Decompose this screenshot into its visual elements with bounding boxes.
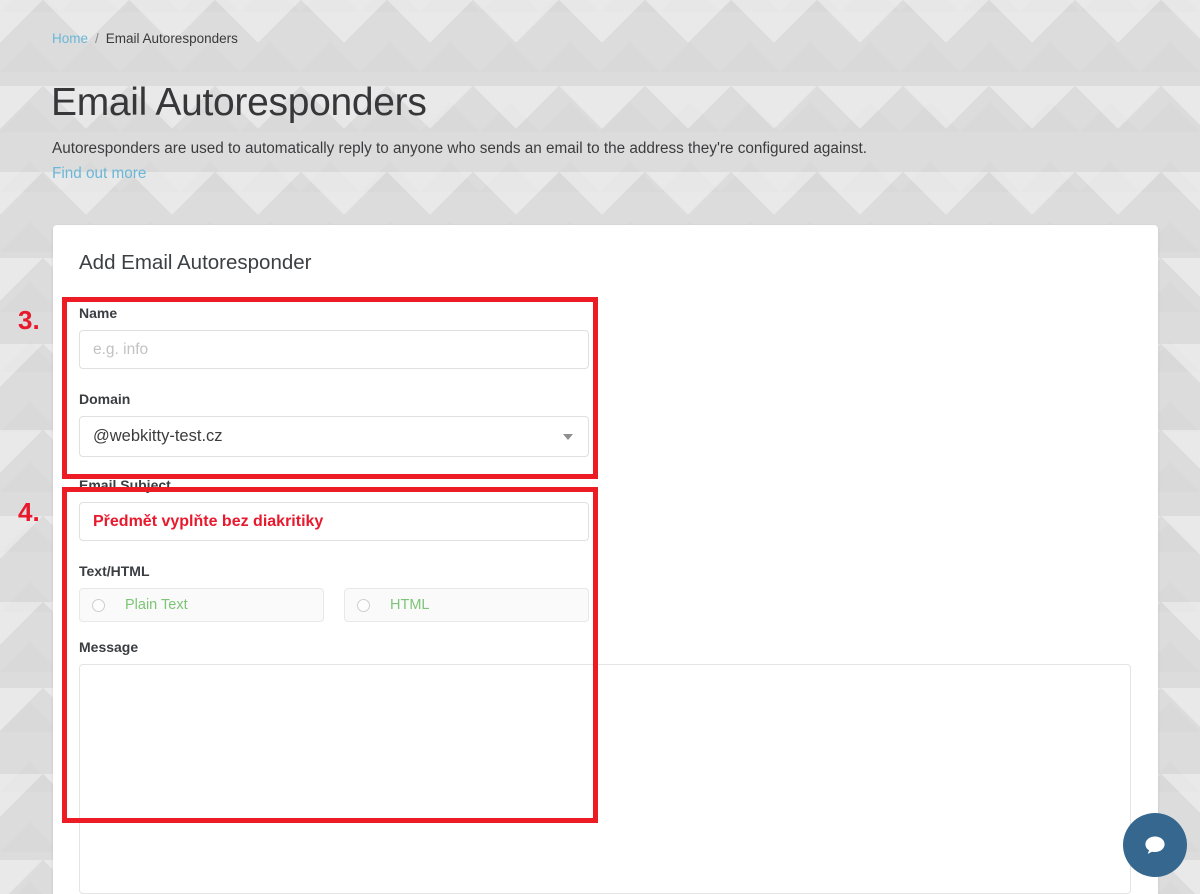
- autoresponder-form: Name Domain @webkitty-test.cz Email Subj…: [79, 305, 1134, 894]
- text-html-label: Text/HTML: [79, 563, 150, 579]
- radio-button-icon[interactable]: [92, 598, 105, 612]
- message-textarea[interactable]: [79, 664, 1131, 894]
- domain-select[interactable]: @webkitty-test.cz: [79, 416, 589, 457]
- breadcrumb: Home / Email Autoresponders: [52, 31, 238, 46]
- email-subject-input[interactable]: [79, 502, 589, 541]
- name-label: Name: [79, 305, 118, 321]
- radio-button-icon[interactable]: [357, 598, 370, 612]
- add-autoresponder-card: Add Email Autoresponder Name Domain @web…: [53, 225, 1158, 894]
- breadcrumb-home-link[interactable]: Home: [52, 31, 88, 46]
- domain-select-wrapper[interactable]: @webkitty-test.cz: [79, 416, 589, 457]
- chat-bubble-icon: [1145, 836, 1165, 854]
- annotation-number-4: 4.: [18, 497, 40, 527]
- breadcrumb-current: Email Autoresponders: [105, 31, 238, 46]
- find-out-more-link[interactable]: Find out more: [52, 165, 146, 183]
- page-root: Home / Email Autoresponders Email Autore…: [0, 0, 1200, 894]
- domain-label: Domain: [79, 391, 131, 407]
- page-description: Autoresponders are used to automatically…: [52, 140, 867, 157]
- radio-label-html: HTML: [390, 597, 430, 613]
- page-title: Email Autoresponders: [51, 81, 427, 124]
- email-subject-label: Email Subject: [79, 477, 171, 493]
- card-title: Add Email Autoresponder: [79, 251, 312, 274]
- breadcrumb-separator: /: [95, 31, 99, 46]
- chat-widget-button[interactable]: [1123, 813, 1187, 877]
- radio-label-plain-text: Plain Text: [125, 597, 188, 613]
- annotation-number-3: 3.: [18, 305, 40, 335]
- text-html-radio-group: Plain Text HTML: [79, 588, 1134, 622]
- name-input[interactable]: [79, 330, 589, 369]
- radio-option-plain-text[interactable]: Plain Text: [79, 588, 324, 622]
- radio-option-html[interactable]: HTML: [344, 588, 589, 622]
- message-label: Message: [79, 639, 139, 655]
